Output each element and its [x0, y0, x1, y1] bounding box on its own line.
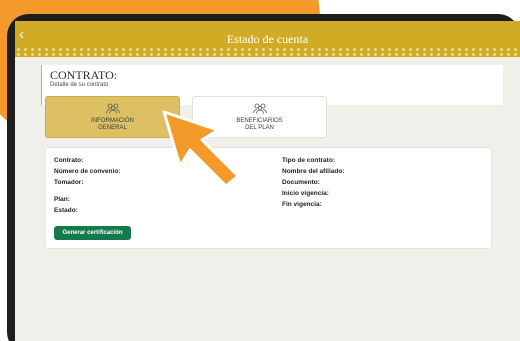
field-label-plan: Plan:: [54, 196, 70, 203]
field-label-contrato: Contrato:: [54, 157, 84, 164]
contract-title: CONTRATO:: [50, 68, 118, 82]
people-group-icon: [252, 103, 267, 114]
details-panel: Contrato: Número de convenio: Tomador: P…: [45, 147, 492, 249]
field-label-tomador: Tomador:: [54, 179, 84, 186]
generate-certificate-button[interactable]: Generar certificación: [54, 226, 131, 240]
contract-subtitle: Detalle de su contrato: [50, 82, 109, 88]
field-label-inicio-vigencia: Inicio vigencia:: [282, 190, 329, 197]
arrow-pointer-icon: [162, 110, 240, 188]
field-label-fin-vigencia: Fin vigencia:: [282, 201, 322, 208]
app-stage: ‹ Estado de cuenta CONTRATO: Detalle de …: [0, 0, 520, 341]
page-title: Estado de cuenta: [226, 32, 309, 46]
field-label-estado: Estado:: [54, 207, 78, 214]
header-decor-pattern: [15, 47, 520, 57]
field-label-documento: Documento:: [282, 179, 320, 186]
header-bar: ‹ Estado de cuenta: [15, 21, 520, 57]
field-label-numero-convenio: Número de convenio:: [54, 168, 121, 175]
app-screen: ‹ Estado de cuenta CONTRATO: Detalle de …: [15, 21, 520, 341]
field-label-nombre-afiliado: Nombre del afiliado:: [282, 168, 345, 175]
field-label-tipo-contrato: Tipo de contrato:: [282, 157, 335, 164]
people-group-icon: [105, 103, 120, 114]
